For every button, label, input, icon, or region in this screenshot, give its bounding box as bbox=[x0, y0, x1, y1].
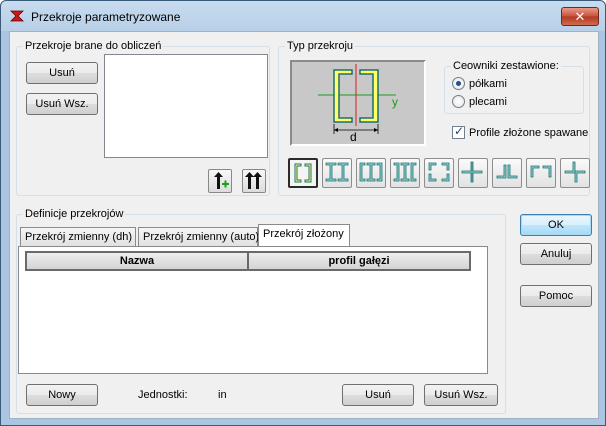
angles-cross-icon bbox=[461, 161, 483, 183]
tab-variable-auto[interactable]: Przekrój zmienny (auto) bbox=[138, 227, 259, 246]
y-axis-label: y bbox=[392, 95, 398, 109]
shape-double-i-button[interactable] bbox=[322, 158, 352, 188]
sections-listbox[interactable] bbox=[104, 54, 268, 158]
shape-angles-t-button[interactable] bbox=[492, 158, 522, 188]
section-preview bbox=[290, 60, 426, 146]
welded-checkbox-row[interactable]: Profile złożone spawane bbox=[452, 124, 589, 139]
units-value: in bbox=[218, 389, 227, 401]
section-preview-drawing bbox=[318, 64, 396, 134]
remove-all-definitions-button[interactable]: Usuń Wsz. bbox=[424, 384, 498, 406]
channels-i-icon bbox=[359, 162, 383, 182]
add-section-button[interactable] bbox=[208, 169, 232, 193]
shape-channels-backs-i-button[interactable] bbox=[390, 158, 420, 188]
dialog-window: Przekroje parametryzowane ✕ Przekroje br… bbox=[0, 0, 606, 426]
section-type-legend: Typ przekroju bbox=[285, 40, 356, 52]
close-button[interactable]: ✕ bbox=[561, 7, 599, 26]
welded-checkbox[interactable] bbox=[452, 124, 465, 139]
radio-flanges[interactable]: półkami bbox=[452, 77, 507, 90]
tab-variable-dh[interactable]: Przekrój zmienny (dh) bbox=[20, 227, 136, 246]
grid-header: Nazwa profil gałęzi bbox=[25, 251, 471, 271]
shape-channels-flanges-button[interactable] bbox=[288, 158, 318, 188]
dialog-client: Przekroje brane do obliczeń Usuń Usuń Ws… bbox=[9, 31, 599, 419]
shape-angles-top-button[interactable] bbox=[526, 158, 556, 188]
double-i-beam-icon bbox=[325, 162, 349, 182]
cancel-button[interactable]: Anuluj bbox=[520, 243, 592, 265]
add-all-sections-button[interactable] bbox=[242, 169, 266, 193]
remove-all-sections-button[interactable]: Usuń Wsz. bbox=[26, 93, 98, 115]
units-label: Jednostki: bbox=[138, 389, 188, 401]
definitions-legend: Definicje przekrojów bbox=[23, 208, 126, 220]
shape-angles-star-button[interactable] bbox=[560, 158, 590, 188]
radio-flanges-circle[interactable] bbox=[452, 77, 465, 90]
window-title: Przekroje parametryzowane bbox=[31, 10, 181, 24]
radio-backs-label: plecami bbox=[469, 95, 507, 108]
title-bar[interactable]: Przekroje parametryzowane ✕ bbox=[1, 1, 605, 31]
tab-composite[interactable]: Przekrój złożony bbox=[258, 224, 350, 246]
help-button[interactable]: Pomoc bbox=[520, 285, 592, 307]
channels-legend: Ceowniki zestawione: bbox=[451, 60, 561, 72]
arrow-up-plus-icon bbox=[214, 172, 229, 189]
radio-backs-circle[interactable] bbox=[452, 95, 465, 108]
remove-section-button[interactable]: Usuń bbox=[26, 62, 98, 84]
radio-backs[interactable]: plecami bbox=[452, 95, 507, 108]
composite-tab-panel: Nazwa profil gałęzi bbox=[18, 246, 488, 374]
column-branch-profile-header[interactable]: profil gałęzi bbox=[249, 251, 471, 271]
shape-angles-cross-button[interactable] bbox=[458, 158, 488, 188]
shape-channels-i-button[interactable] bbox=[356, 158, 386, 188]
d-dimension-label: d bbox=[350, 130, 357, 144]
channels-flanges-icon bbox=[294, 163, 312, 183]
column-name-header[interactable]: Nazwa bbox=[25, 251, 249, 271]
sections-legend: Przekroje brane do obliczeń bbox=[23, 40, 164, 52]
welded-label: Profile złożone spawane bbox=[469, 126, 589, 139]
radio-flanges-label: półkami bbox=[469, 77, 507, 90]
angles-box-icon bbox=[428, 162, 450, 182]
double-arrow-up-icon bbox=[245, 172, 262, 189]
angles-t-icon bbox=[496, 164, 518, 179]
angles-star-icon bbox=[564, 161, 586, 183]
channels-backs-i-icon bbox=[393, 162, 417, 182]
app-logo-icon bbox=[10, 10, 24, 22]
ok-button[interactable]: OK bbox=[520, 214, 592, 236]
new-button[interactable]: Nowy bbox=[26, 384, 98, 406]
remove-definition-button[interactable]: Usuń bbox=[342, 384, 414, 406]
angles-top-icon bbox=[530, 165, 552, 178]
shape-angles-box-button[interactable] bbox=[424, 158, 454, 188]
